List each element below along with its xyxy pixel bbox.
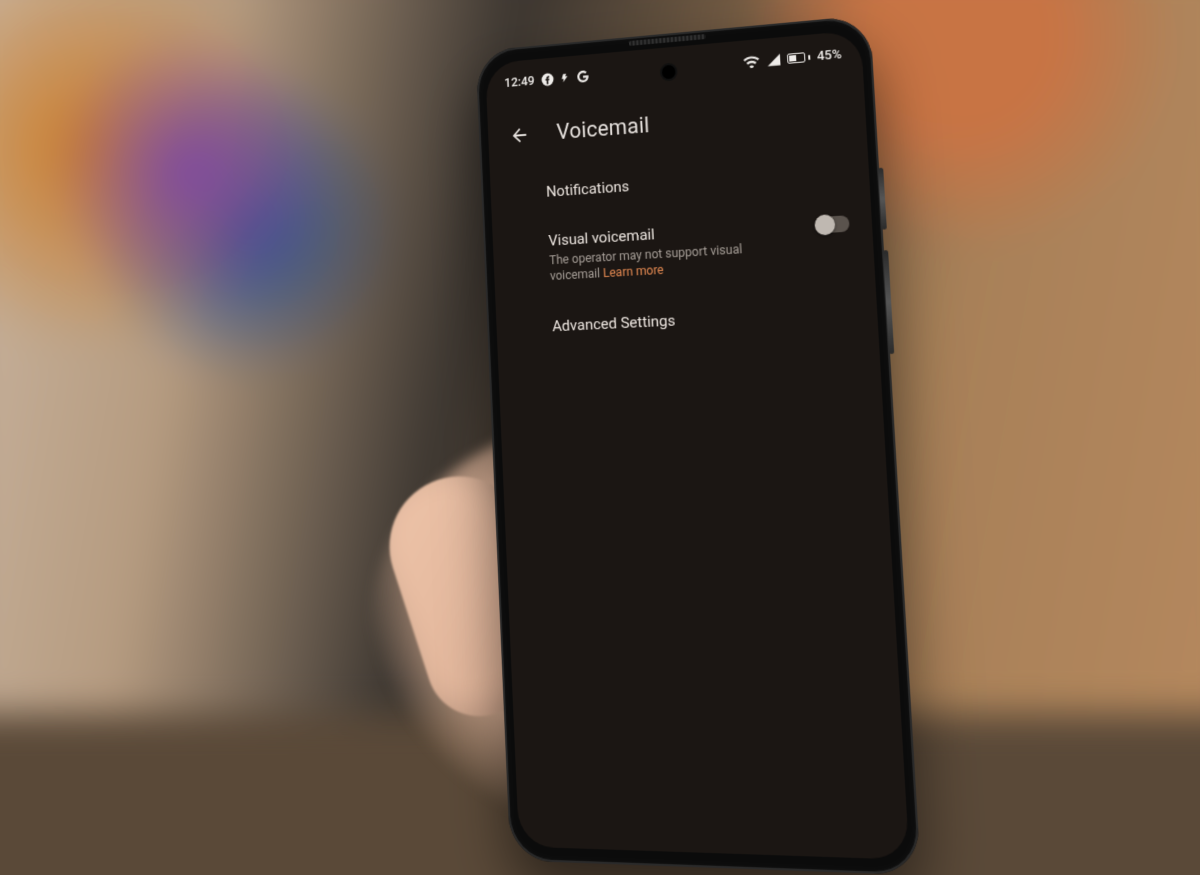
back-button[interactable] [500,114,539,156]
facebook-icon [541,72,555,87]
status-right: 45% [743,47,842,71]
battery-icon [787,52,811,64]
visual-voicemail-toggle[interactable] [816,215,850,233]
phone: 12:49 [475,15,921,875]
advanced-settings-title: Advanced Settings [552,302,855,335]
notifications-title: Notifications [546,162,847,201]
visual-voicemail-item[interactable]: Visual voicemail The operator may not su… [547,197,853,301]
toggle-knob [814,214,835,236]
settings-list: Notifications Visual voicemail The opera… [490,144,879,353]
signal-icon [766,53,781,66]
clock: 12:49 [504,73,535,90]
status-left: 12:49 [504,69,590,91]
arrow-left-icon [509,124,530,147]
bolt-icon [560,71,570,85]
battery-percent: 45% [816,47,842,64]
wifi-icon [743,55,759,68]
screen: 12:49 [485,30,909,860]
google-icon [576,69,590,84]
page-title: Voicemail [556,113,650,145]
learn-more-link[interactable]: Learn more [603,263,664,281]
